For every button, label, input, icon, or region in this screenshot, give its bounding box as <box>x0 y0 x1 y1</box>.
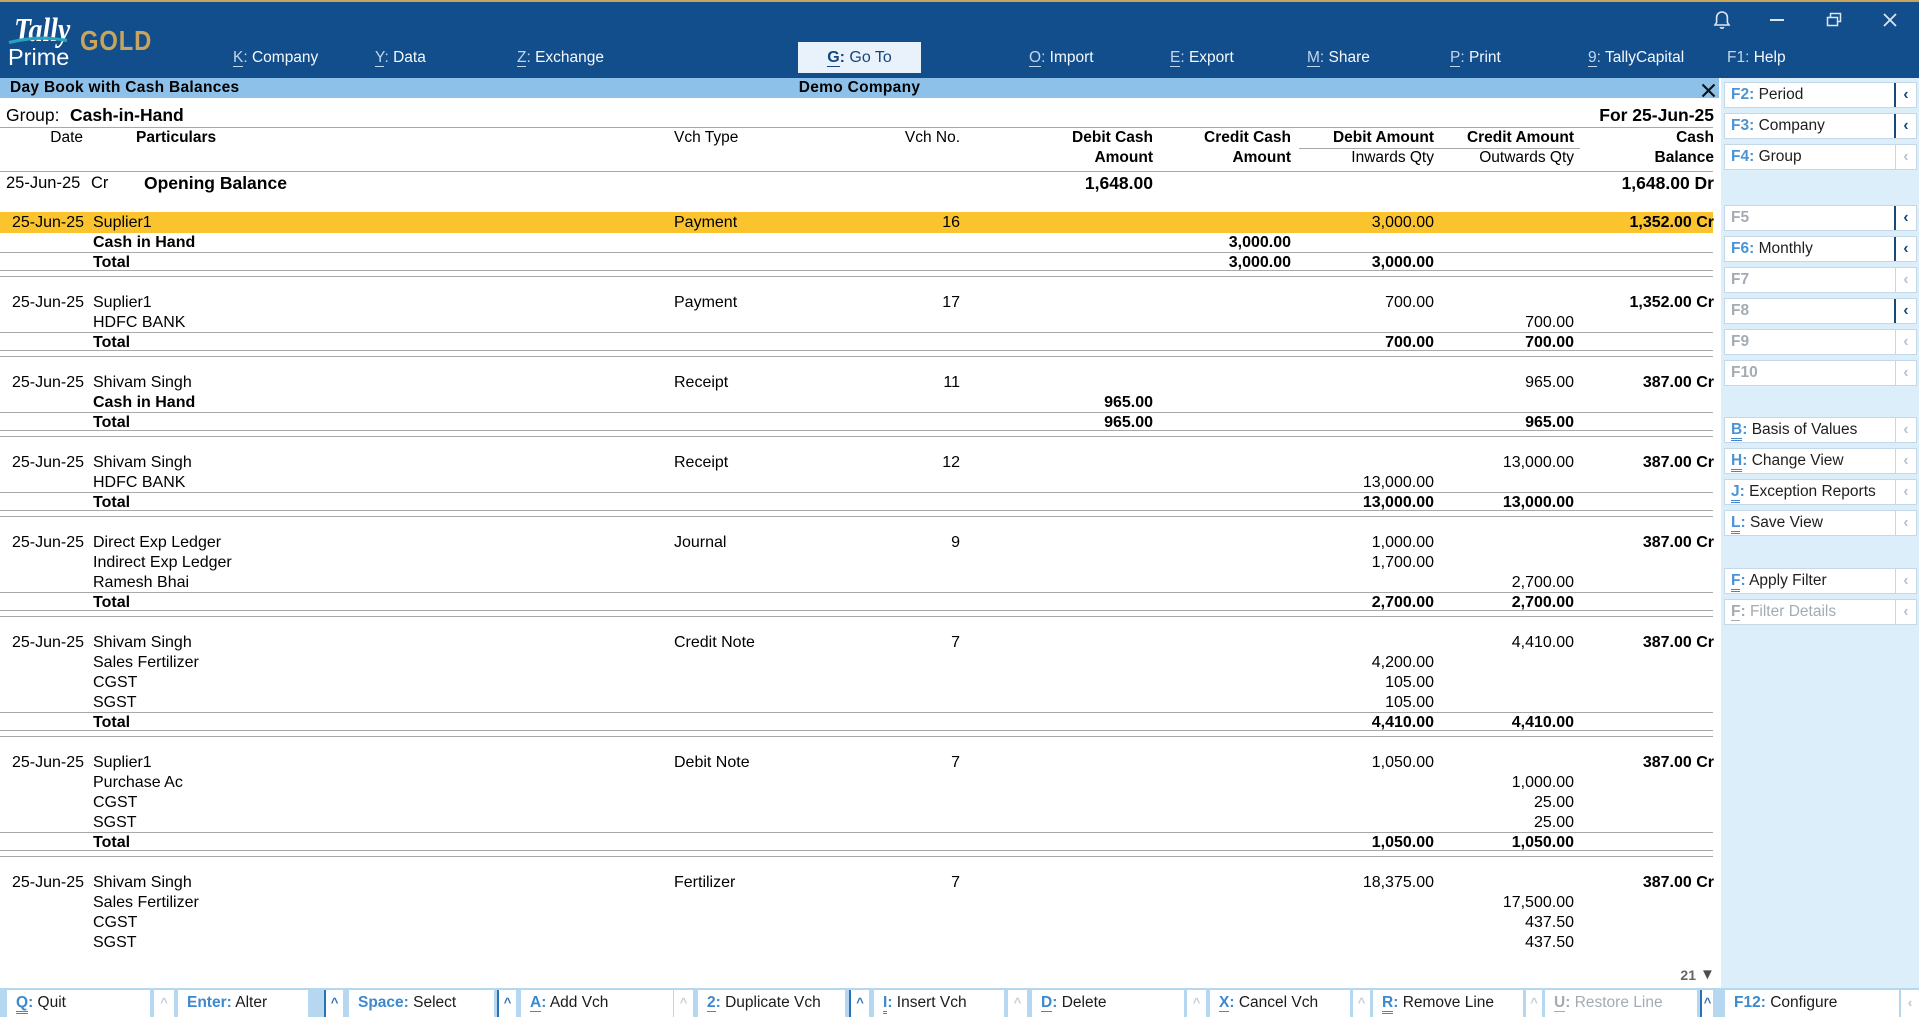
svg-text:Tally: Tally <box>14 10 70 48</box>
svg-text:Prime: Prime <box>8 44 69 70</box>
svg-text:GOLD: GOLD <box>80 24 152 56</box>
